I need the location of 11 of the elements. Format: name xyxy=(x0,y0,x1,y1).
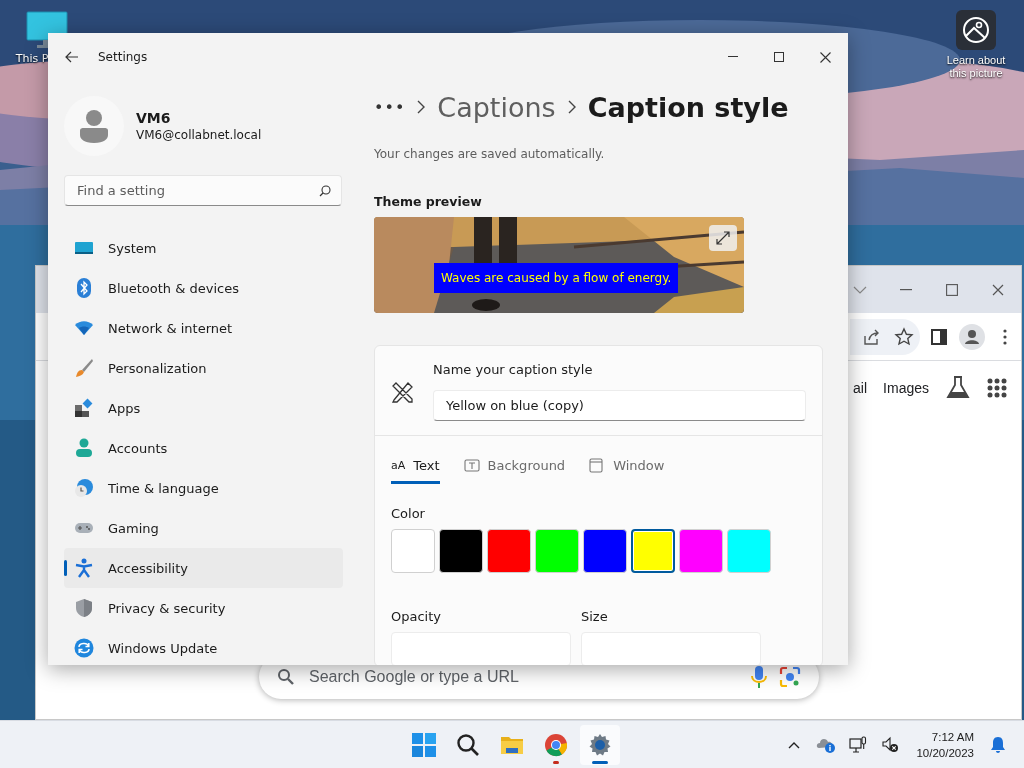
browser-icon xyxy=(544,732,568,757)
bell-icon[interactable] xyxy=(990,735,1006,754)
network-icon[interactable] xyxy=(849,735,868,754)
clock-date[interactable]: 10/20/2023 xyxy=(916,744,974,761)
start-icon xyxy=(412,732,436,757)
search-icon xyxy=(456,732,480,757)
speaker-muted-icon[interactable] xyxy=(881,735,900,754)
chevron-up-icon[interactable] xyxy=(788,740,801,749)
gear-icon xyxy=(588,732,612,757)
clock-time[interactable]: 7:12 AM xyxy=(931,728,974,745)
taskbar-app[interactable] xyxy=(580,724,620,765)
